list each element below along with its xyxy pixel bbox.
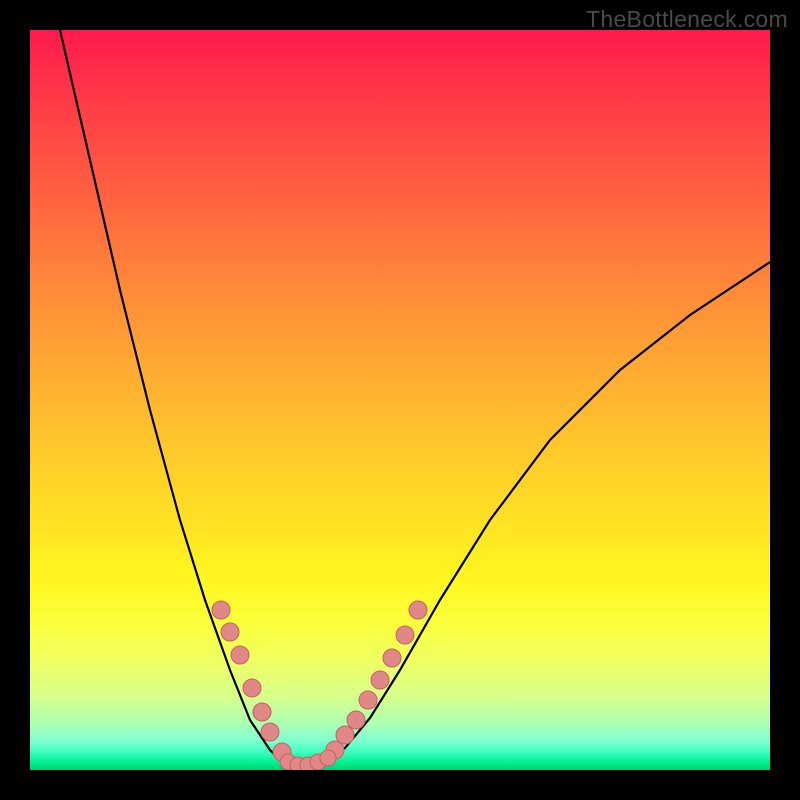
curve-marker (231, 646, 249, 664)
curve-marker (347, 711, 365, 729)
curve-marker (396, 626, 414, 644)
curve-marker (253, 703, 271, 721)
curve-marker (221, 623, 239, 641)
curve-marker (383, 649, 401, 667)
chart-container: TheBottleneck.com (0, 0, 800, 800)
plot-area (30, 30, 770, 770)
curve-marker (409, 601, 427, 619)
curve-marker (261, 723, 279, 741)
bottleneck-curve (30, 30, 770, 770)
watermark-text: TheBottleneck.com (586, 6, 788, 33)
curve-marker (212, 601, 230, 619)
curve-marker (336, 726, 354, 744)
curve-marker (320, 750, 336, 766)
curve-marker (359, 691, 377, 709)
curve-marker (243, 679, 261, 697)
curve-marker (371, 671, 389, 689)
